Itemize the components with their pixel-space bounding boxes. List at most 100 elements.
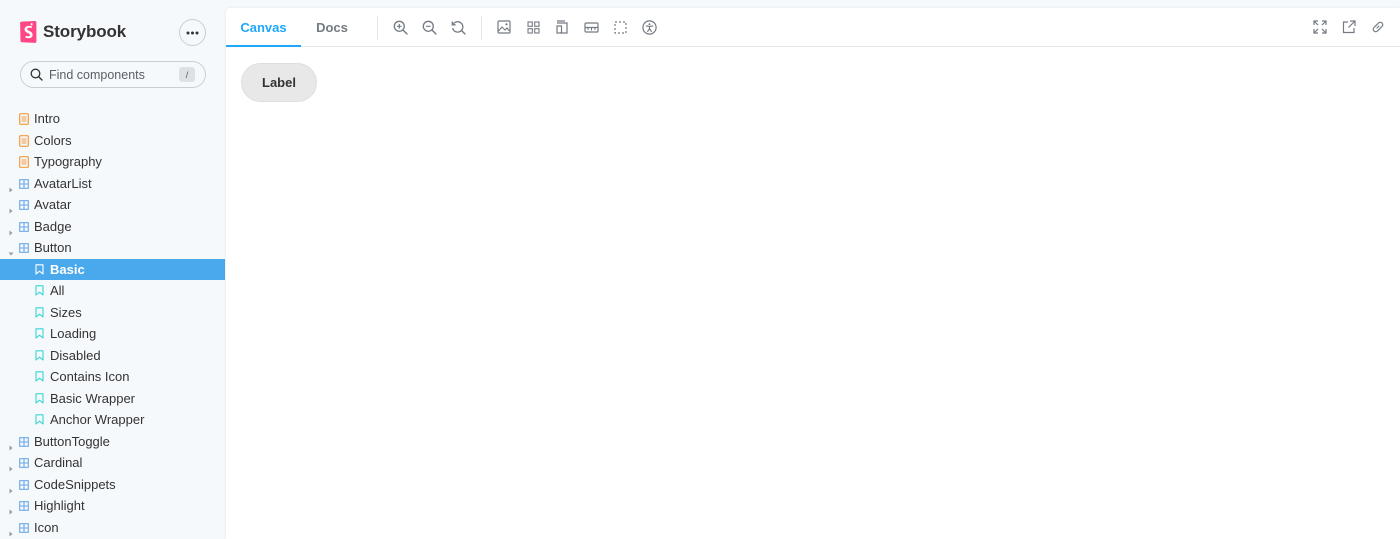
tab-canvas-label: Canvas	[240, 20, 287, 35]
component-tree: Intro Colors Typography AvatarList Avatar Bad…	[0, 108, 225, 538]
storybook-logo-icon	[20, 21, 37, 43]
caret-right-icon[interactable]	[8, 503, 14, 515]
tree-item-label: CodeSnippets	[34, 476, 116, 492]
tree-item-label: All	[50, 283, 65, 299]
background-button[interactable]	[495, 18, 513, 36]
copy-link-button[interactable]	[1369, 18, 1387, 36]
tree-item-colors[interactable]: Colors	[0, 130, 225, 152]
caret-right-icon[interactable]	[8, 439, 14, 450]
tree-item-codesnippets[interactable]: CodeSnippets	[0, 474, 225, 496]
tree-item-basic-wrapper[interactable]: Basic Wrapper	[0, 388, 225, 410]
tree-item-label: Highlight	[34, 498, 85, 514]
tree-item-label: Avatar	[34, 197, 72, 213]
tree-item-label: Loading	[50, 326, 97, 342]
tab-docs-label: Docs	[316, 20, 348, 35]
open-new-tab-icon	[1342, 20, 1356, 34]
component-icon	[19, 200, 29, 210]
grid-button[interactable]	[524, 18, 542, 36]
accessibility-button[interactable]	[640, 18, 658, 36]
measure-button[interactable]	[582, 18, 600, 36]
tree-item-basic[interactable]: Basic	[0, 258, 225, 280]
story-sample-button[interactable]: Label	[241, 63, 317, 102]
search-icon	[30, 68, 43, 81]
tree-item-icon[interactable]: Icon	[0, 517, 225, 539]
more-dots-icon	[186, 31, 199, 34]
fullscreen-icon	[1313, 20, 1327, 34]
document-icon	[19, 113, 29, 125]
bookmark-story-icon	[35, 263, 44, 275]
toolbar: Canvas Docs	[226, 8, 1400, 48]
tree-item-label: Disabled	[50, 347, 101, 363]
tree-item-label: Basic Wrapper	[50, 390, 136, 406]
caret-right-icon[interactable]	[8, 202, 14, 214]
tree-item-all[interactable]: All	[0, 280, 225, 302]
caret-down-icon[interactable]	[8, 245, 14, 256]
search-shortcut-badge: /	[179, 67, 195, 82]
tree-item-label: Icon	[34, 519, 59, 535]
component-icon	[19, 479, 29, 490]
document-icon	[19, 134, 29, 147]
zoom-out-icon	[422, 20, 437, 35]
bookmark-story-icon	[35, 371, 44, 382]
toolbar-divider	[481, 16, 482, 40]
caret-right-icon[interactable]	[8, 224, 14, 235]
tree-item-label: Cardinal	[34, 455, 83, 471]
tree-item-avatar[interactable]: Avatar	[0, 194, 225, 216]
outline-icon	[613, 20, 627, 34]
caret-right-icon[interactable]	[8, 460, 14, 472]
component-icon	[19, 221, 29, 232]
bookmark-story-icon	[35, 328, 44, 339]
outline-button[interactable]	[611, 18, 629, 36]
caret-right-icon[interactable]	[8, 525, 14, 536]
tree-item-buttontoggle[interactable]: ButtonToggle	[0, 431, 225, 453]
tree-item-avatarlist[interactable]: AvatarList	[0, 173, 225, 195]
tree-item-intro[interactable]: Intro	[0, 108, 225, 130]
fullscreen-button[interactable]	[1311, 18, 1329, 36]
open-new-tab-button[interactable]	[1340, 18, 1358, 36]
bookmark-story-icon	[35, 392, 44, 404]
tree-item-loading[interactable]: Loading	[0, 323, 225, 345]
tree-item-label: AvatarList	[34, 175, 92, 191]
caret-right-icon[interactable]	[8, 482, 14, 493]
tree-item-label: Anchor Wrapper	[50, 412, 145, 428]
tree-item-sizes[interactable]: Sizes	[0, 302, 225, 324]
copy-link-icon	[1372, 21, 1384, 33]
zoom-in-icon	[393, 20, 408, 35]
tree-item-anchor-wrapper[interactable]: Anchor Wrapper	[0, 409, 225, 431]
brand[interactable]: Storybook	[20, 20, 126, 44]
bookmark-story-icon	[35, 306, 44, 318]
tree-item-cardinal[interactable]: Cardinal	[0, 452, 225, 474]
brand-name: Storybook	[43, 22, 127, 41]
tree-item-contains-icon[interactable]: Contains Icon	[0, 366, 225, 388]
sidebar: Storybook / IntroColorsTypographyAvatarL…	[0, 0, 225, 539]
document-icon	[19, 156, 29, 168]
zoom-reset-button[interactable]	[449, 18, 467, 36]
tree-item-label: Badge	[34, 218, 72, 234]
tab-canvas[interactable]: Canvas	[226, 8, 301, 48]
story-canvas: Label	[226, 47, 1400, 539]
tab-docs[interactable]: Docs	[302, 8, 362, 47]
zoom-out-button[interactable]	[420, 18, 438, 36]
search-input[interactable]	[49, 67, 179, 82]
tree-item-label: Sizes	[50, 304, 82, 320]
tree-item-label: Contains Icon	[50, 369, 130, 385]
caret-right-icon[interactable]	[8, 181, 14, 192]
viewport-button[interactable]	[553, 18, 571, 36]
tree-item-disabled[interactable]: Disabled	[0, 345, 225, 367]
sidebar-menu-button[interactable]	[179, 19, 206, 46]
tree-item-highlight[interactable]: Highlight	[0, 495, 225, 517]
zoom-in-button[interactable]	[391, 18, 409, 36]
tree-item-label: Typography	[34, 154, 102, 170]
tree-item-label: Colors	[34, 132, 72, 148]
tree-item-label: Basic	[50, 261, 85, 277]
tree-item-label: ButtonToggle	[34, 433, 110, 449]
tree-item-label: Intro	[34, 111, 61, 127]
preview-panel: Canvas Docs Label	[226, 8, 1400, 539]
measure-ruler-icon	[583, 21, 599, 33]
component-icon	[19, 178, 29, 189]
tree-item-badge[interactable]: Badge	[0, 216, 225, 238]
tree-item-typography[interactable]: Typography	[0, 151, 225, 173]
component-icon	[19, 501, 29, 511]
tree-item-button[interactable]: Button	[0, 237, 225, 259]
component-icon	[19, 436, 29, 447]
